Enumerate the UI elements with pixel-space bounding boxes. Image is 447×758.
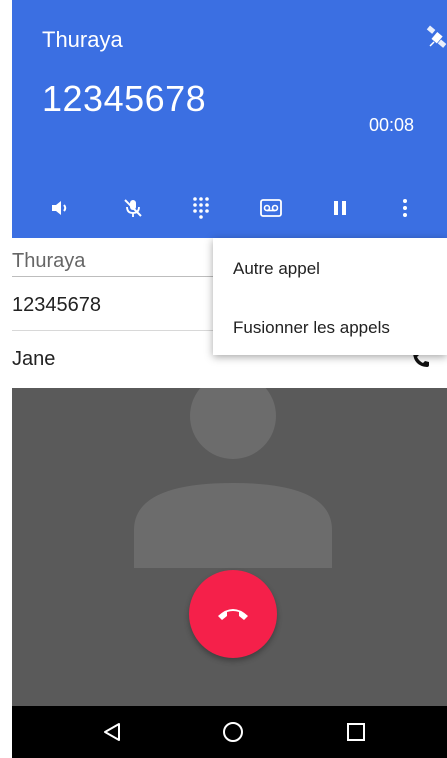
voicemail-icon <box>260 199 282 217</box>
more-vert-icon <box>403 199 407 217</box>
home-icon <box>223 722 243 742</box>
overflow-menu: Autre appel Fusionner les appels <box>213 238 447 355</box>
voicemail-button[interactable] <box>253 190 289 226</box>
back-button[interactable] <box>98 718 126 746</box>
more-options-button[interactable] <box>387 190 423 226</box>
speaker-button[interactable] <box>42 190 78 226</box>
contact-number: 12345678 <box>12 294 101 316</box>
hold-button[interactable] <box>322 190 358 226</box>
mute-button[interactable] <box>115 190 151 226</box>
screen-margin <box>0 0 12 758</box>
contact-name: Jane <box>12 348 56 370</box>
contact-group-header: Thuraya <box>12 250 86 272</box>
recents-icon <box>347 723 365 741</box>
in-call-screen: Thuraya 12345678 00:08 Thuraya 12345678 … <box>12 0 447 758</box>
dialpad-button[interactable] <box>183 190 219 226</box>
call-header: Thuraya 12345678 00:08 <box>12 0 447 238</box>
caller-number: 12345678 <box>42 78 207 119</box>
speaker-icon <box>52 201 67 215</box>
dialpad-icon <box>193 197 209 219</box>
back-icon <box>104 723 120 741</box>
call-timer: 00:08 <box>369 115 415 135</box>
call-end-icon <box>218 609 248 620</box>
recents-button[interactable] <box>342 718 370 746</box>
satellite-icon <box>426 24 447 52</box>
navigation-bar <box>12 706 447 758</box>
header-divider <box>12 276 222 277</box>
mic-off-icon <box>124 199 142 217</box>
person-silhouette-icon <box>134 373 332 568</box>
pause-icon <box>334 201 346 215</box>
end-call-button[interactable] <box>189 570 277 658</box>
home-button[interactable] <box>219 718 247 746</box>
contact-avatar <box>12 373 447 706</box>
menu-item-merge-calls[interactable]: Fusionner les appels <box>233 318 390 338</box>
carrier-label: Thuraya <box>42 27 123 52</box>
call-controls <box>12 190 447 230</box>
menu-item-add-call[interactable]: Autre appel <box>233 259 320 279</box>
